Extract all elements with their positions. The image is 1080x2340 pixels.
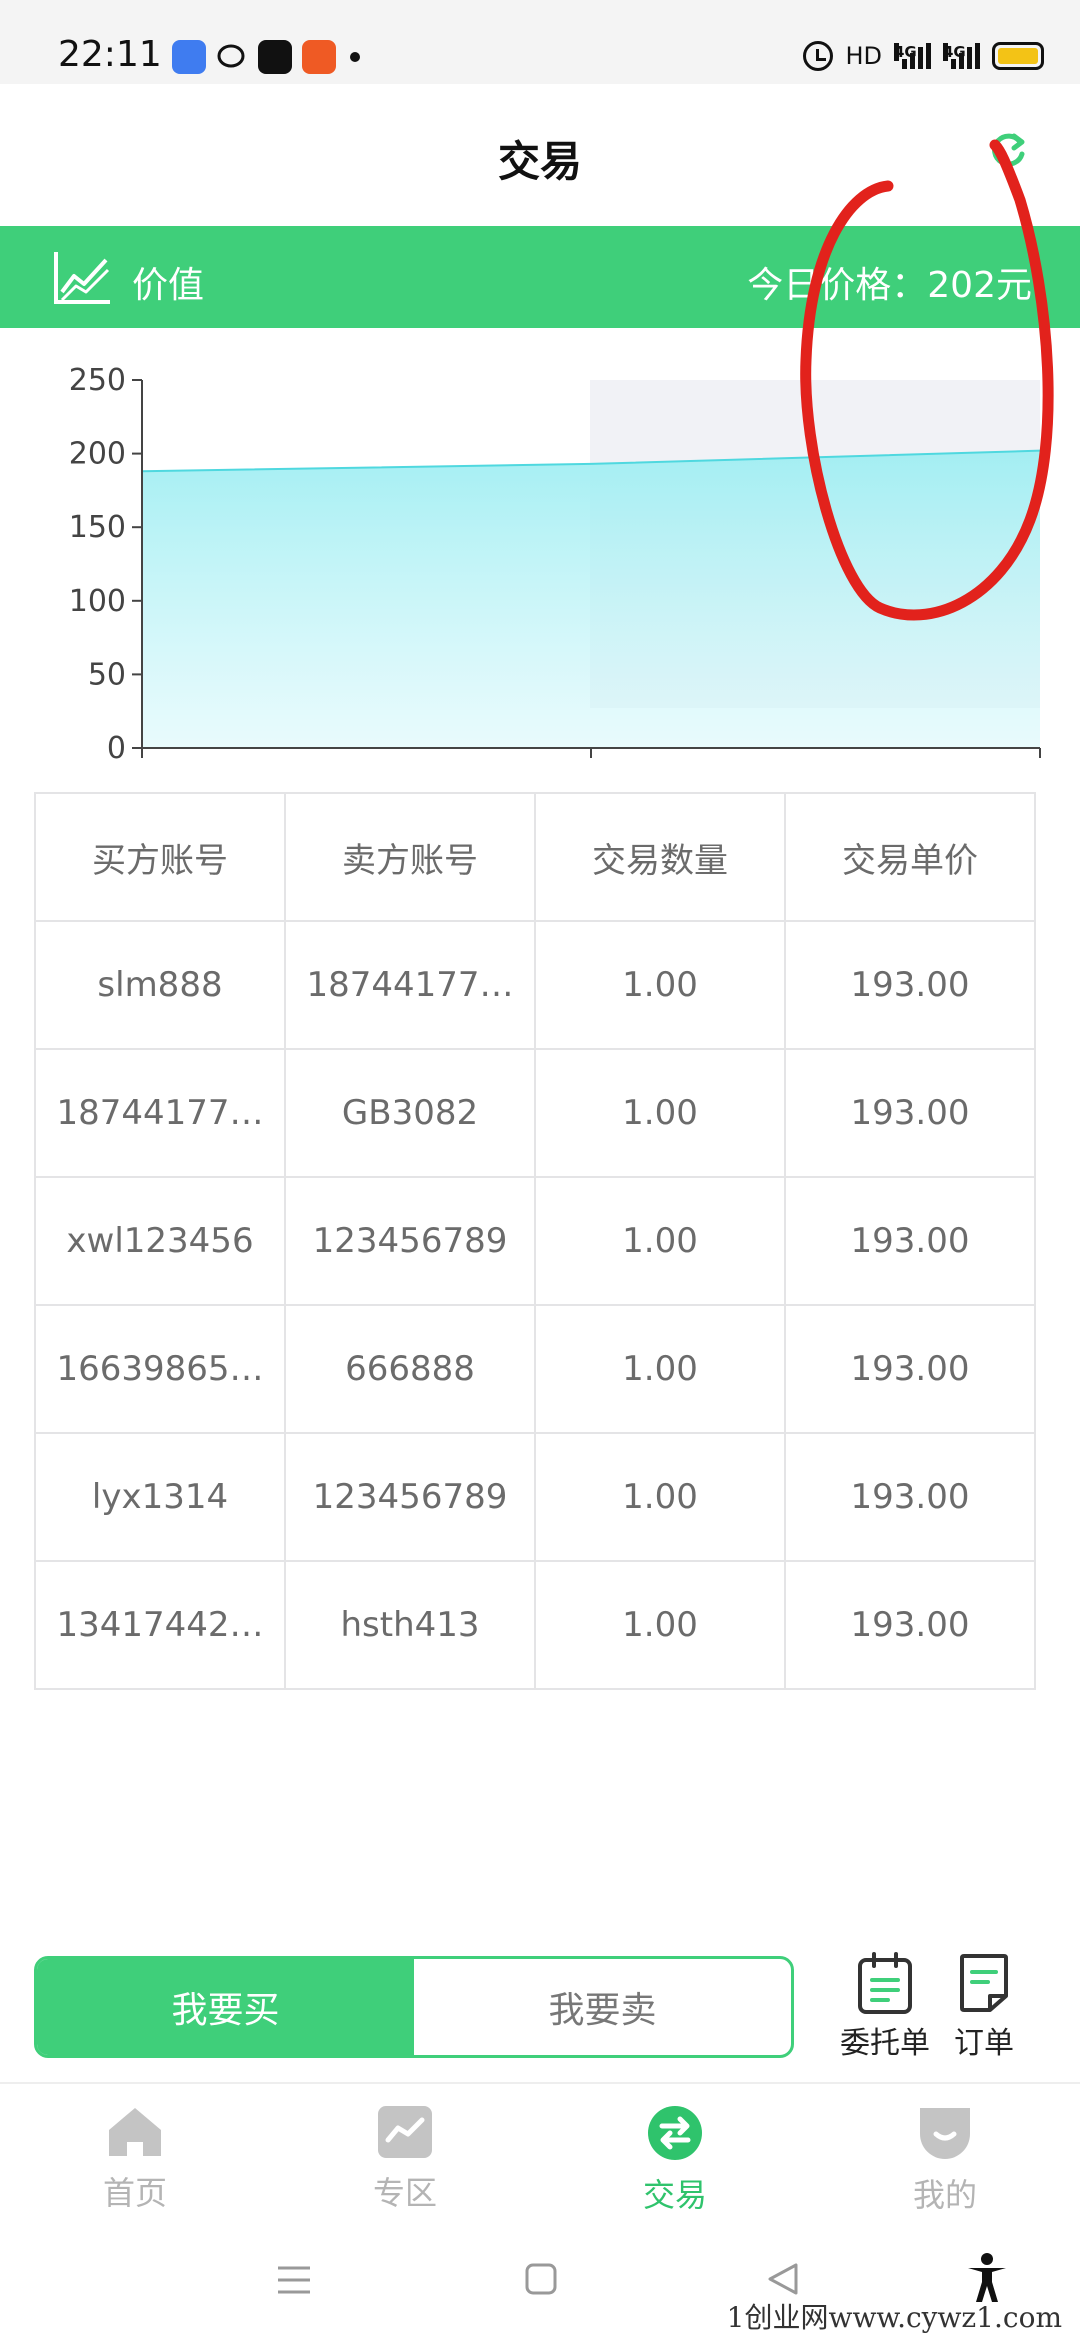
network-label: HD <box>845 42 882 70</box>
nav-item-trade[interactable]: 交易 <box>540 2084 810 2222</box>
cell-price: 193.00 <box>784 920 1036 1050</box>
y-tick-label: 250 <box>69 363 126 398</box>
table-header-row: 买方账号 卖方账号 交易数量 交易单价 <box>34 792 1036 922</box>
cell-price: 193.00 <box>784 1432 1036 1562</box>
entrust-orders-label: 委托单 <box>840 2026 930 2061</box>
document-icon <box>960 1954 1008 2012</box>
cell-seller: 123456789 <box>284 1432 536 1562</box>
y-tick-label: 150 <box>69 510 126 545</box>
menu-icon[interactable] <box>274 2264 314 2296</box>
col-header-quantity: 交易数量 <box>534 792 786 922</box>
cell-seller: 18744177… <box>284 920 536 1050</box>
cell-seller: 666888 <box>284 1304 536 1434</box>
page-title: 交易 <box>497 137 582 186</box>
table-row: slm888 18744177… 1.00 193.00 <box>34 920 1036 1050</box>
nav-label-profile: 我的 <box>912 2176 977 2214</box>
cell-price: 193.00 <box>784 1176 1036 1306</box>
cell-quantity: 1.00 <box>534 1176 786 1306</box>
cell-buyer: 16639865… <box>34 1304 286 1434</box>
status-right: HD 4G 4G <box>803 38 1044 74</box>
area-fill <box>142 450 1040 748</box>
col-header-buyer: 买方账号 <box>34 792 286 922</box>
cell-buyer: slm888 <box>34 920 286 1050</box>
alarm-icon <box>803 41 834 71</box>
notification-dot <box>350 52 360 62</box>
signal-label-2: 4G <box>943 43 966 61</box>
refresh-icon[interactable] <box>986 128 1030 172</box>
cell-price: 193.00 <box>784 1048 1036 1178</box>
value-bar: 价值 今日价格：202元 <box>0 226 1080 328</box>
exchange-icon <box>648 2106 702 2160</box>
cell-seller: GB3082 <box>284 1048 536 1178</box>
buy-sell-tabs: 我要买 我要卖 <box>34 1956 794 2058</box>
nav-label-trade: 交易 <box>642 2176 707 2214</box>
x-axis <box>141 747 1041 758</box>
buy-tab[interactable]: 我要买 <box>37 1959 414 2055</box>
cell-quantity: 1.00 <box>534 1048 786 1178</box>
nav-label-home: 首页 <box>102 2174 167 2212</box>
signal-icon: 4G <box>894 43 931 69</box>
entrust-orders-button[interactable]: 委托单 <box>840 1952 930 2062</box>
blue-app-icon <box>172 40 206 74</box>
zone-icon <box>378 2106 432 2158</box>
cell-price: 193.00 <box>784 1304 1036 1434</box>
orders-button[interactable]: 订单 <box>954 1952 1014 2062</box>
line-chart-icon <box>54 252 110 304</box>
y-tick-label: 50 <box>88 657 126 692</box>
cell-buyer: lyx1314 <box>34 1432 286 1562</box>
tiktok-icon <box>258 40 292 74</box>
price-chart: 0 50 100 150 200 250 <box>0 338 1080 778</box>
table-row: lyx1314 123456789 1.00 193.00 <box>34 1432 1036 1562</box>
status-bar: 22:11 HD 4G 4G <box>0 0 1080 84</box>
clipboard-icon <box>858 1952 912 2014</box>
header: 交易 <box>0 84 1080 226</box>
today-price: 今日价格：202元 <box>747 265 1032 306</box>
orders-label: 订单 <box>954 2026 1014 2061</box>
watermark: 1创业网www.cywz1.com <box>726 2301 1062 2334</box>
nav-item-zone[interactable]: 专区 <box>270 2084 540 2222</box>
table-row: 13417442… hsth413 1.00 193.00 <box>34 1560 1036 1690</box>
orange-app-icon <box>302 40 336 74</box>
cell-quantity: 1.00 <box>534 920 786 1050</box>
cell-quantity: 1.00 <box>534 1432 786 1562</box>
cell-buyer: 13417442… <box>34 1560 286 1690</box>
signal-label: 4G <box>894 43 917 61</box>
nav-item-home[interactable]: 首页 <box>0 2084 270 2222</box>
cell-seller: hsth413 <box>284 1560 536 1690</box>
profile-icon <box>920 2108 970 2159</box>
y-tick-label: 0 <box>107 731 126 766</box>
bottom-nav: 首页 专区 交易 我的 <box>0 2082 1080 2222</box>
trade-table: 买方账号 卖方账号 交易数量 交易单价 slm888 18744177… 1.0… <box>34 792 1036 1690</box>
cell-buyer: 18744177… <box>34 1048 286 1178</box>
system-nav: 1创业网www.cywz1.com <box>0 2222 1080 2340</box>
home-icon <box>109 2108 161 2156</box>
cell-quantity: 1.00 <box>534 1560 786 1690</box>
home-square-icon[interactable] <box>524 2262 558 2296</box>
cell-buyer: xwl123456 <box>34 1176 286 1306</box>
cell-price: 193.00 <box>784 1560 1036 1690</box>
y-tick-label: 200 <box>69 437 126 472</box>
y-tick-label: 100 <box>69 584 126 619</box>
cell-seller: 123456789 <box>284 1176 536 1306</box>
chart-svg: 0 50 100 150 200 250 <box>69 363 1041 766</box>
col-header-price: 交易单价 <box>784 792 1036 922</box>
table-row: 16639865… 666888 1.00 193.00 <box>34 1304 1036 1434</box>
back-triangle-icon[interactable] <box>766 2262 800 2296</box>
table-row: xwl123456 123456789 1.00 193.00 <box>34 1176 1036 1306</box>
col-header-seller: 卖方账号 <box>284 792 536 922</box>
y-axis: 0 50 100 150 200 250 <box>69 363 143 766</box>
cell-quantity: 1.00 <box>534 1304 786 1434</box>
value-label: 价值 <box>132 265 205 306</box>
chat-bubble-icon <box>217 44 245 68</box>
nav-item-profile[interactable]: 我的 <box>810 2084 1080 2222</box>
table-row: 18744177… GB3082 1.00 193.00 <box>34 1048 1036 1178</box>
nav-label-zone: 专区 <box>372 2174 437 2212</box>
sell-tab[interactable]: 我要卖 <box>414 1959 791 2055</box>
signal-icon-2: 4G <box>943 43 980 69</box>
battery-icon <box>992 42 1044 70</box>
status-time: 22:11 <box>58 34 162 75</box>
